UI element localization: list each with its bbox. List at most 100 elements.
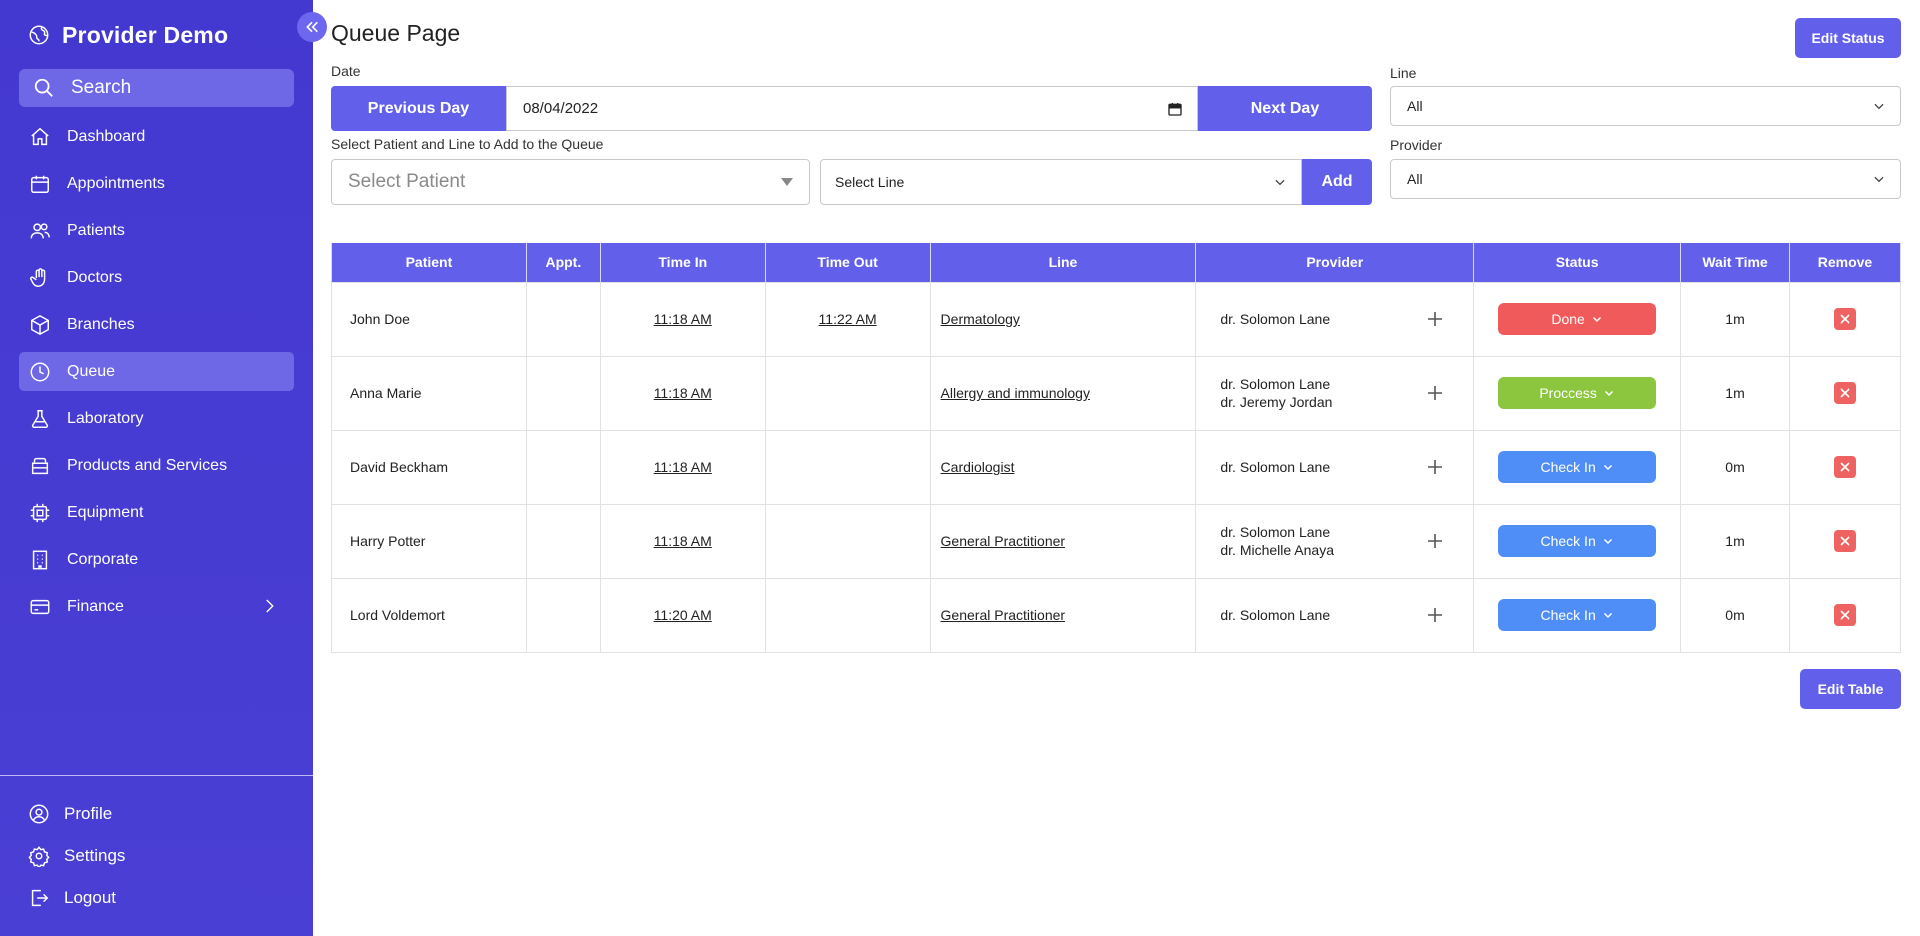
sidebar-item-settings[interactable]: Settings (28, 842, 125, 870)
status-dropdown-button[interactable]: Proccess (1498, 377, 1657, 409)
sidebar-search[interactable]: Search (19, 69, 294, 107)
remove-button[interactable] (1833, 382, 1856, 404)
appt-cell (525, 281, 601, 357)
sidebar-item-products-and-services[interactable]: Products and Services (19, 446, 294, 485)
line-link[interactable]: Cardiologist (941, 459, 1015, 475)
sidebar-item-label: Finance (67, 597, 124, 615)
add-provider-icon[interactable] (1427, 311, 1443, 327)
sidebar-item-doctors[interactable]: Doctors (19, 258, 294, 297)
time-in-link[interactable]: 11:18 AM (654, 385, 712, 401)
sidebar-item-laboratory[interactable]: Laboratory (19, 399, 294, 438)
chevron-down-icon (1604, 390, 1613, 397)
status-label: Proccess (1539, 385, 1597, 401)
sidebar-item-label: Patients (67, 221, 125, 239)
caret-down-icon (781, 178, 793, 186)
wait-time-cell: 1m (1680, 503, 1790, 579)
flask-icon (31, 409, 49, 428)
line-link[interactable]: General Practitioner (941, 533, 1066, 549)
sidebar-item-queue[interactable]: Queue (19, 352, 294, 391)
select-patient-dropdown[interactable]: Select Patient (331, 159, 810, 205)
add-to-queue-button[interactable]: Add (1302, 159, 1372, 205)
sidebar-bottom-nav: Profile Settings Logout (28, 800, 125, 926)
edit-table-button[interactable]: Edit Table (1800, 669, 1901, 709)
select-line-value: Select Line (835, 174, 905, 190)
line-filter-dropdown[interactable]: All (1390, 86, 1901, 126)
add-provider-icon[interactable] (1427, 607, 1443, 623)
line-link[interactable]: Dermatology (941, 311, 1020, 327)
header-provider[interactable]: Provider (1195, 243, 1475, 282)
provider-filter-label: Provider (1390, 137, 1443, 153)
sidebar-item-label: Equipment (67, 503, 144, 521)
sidebar-item-label: Doctors (67, 268, 123, 286)
header-line[interactable]: Line (929, 243, 1197, 282)
calendar-icon[interactable] (1167, 101, 1183, 117)
patient-cell: Harry Potter (331, 503, 527, 579)
date-input[interactable]: 08/04/2022 (506, 86, 1198, 131)
select-line-dropdown[interactable]: Select Line (820, 159, 1302, 205)
close-icon (1840, 536, 1850, 546)
brand-title: Provider Demo (62, 21, 229, 48)
appt-cell (525, 577, 601, 653)
remove-button[interactable] (1833, 308, 1856, 330)
date-controls: Previous Day 08/04/2022 Next Day (331, 86, 1372, 131)
provider-filter-value: All (1407, 171, 1423, 187)
chevron-right-icon (266, 599, 274, 613)
sidebar: Provider Demo Search Dashboard Appointme… (0, 0, 313, 936)
line-filter-value: All (1407, 98, 1423, 114)
sidebar-item-logout[interactable]: Logout (28, 884, 125, 912)
sidebar-item-corporate[interactable]: Corporate (19, 540, 294, 579)
sidebar-item-dashboard[interactable]: Dashboard (19, 117, 294, 156)
line-link[interactable]: General Practitioner (941, 607, 1066, 623)
users-icon (30, 222, 50, 238)
sidebar-item-finance[interactable]: Finance (19, 587, 294, 626)
add-provider-icon[interactable] (1427, 459, 1443, 475)
time-in-link[interactable]: 11:18 AM (654, 311, 712, 327)
status-dropdown-button[interactable]: Check In (1498, 599, 1657, 631)
sidebar-nav: Dashboard Appointments Patients Doctors … (19, 117, 294, 634)
previous-day-button[interactable]: Previous Day (331, 86, 506, 131)
sidebar-collapse-button[interactable] (297, 12, 327, 42)
date-value: 08/04/2022 (523, 100, 599, 117)
remove-button[interactable] (1833, 530, 1856, 552)
remove-button[interactable] (1833, 604, 1856, 626)
sidebar-item-label: Laboratory (67, 409, 144, 427)
provider-cell: dr. Solomon Lane (1195, 429, 1475, 505)
line-filter-label: Line (1390, 65, 1417, 81)
add-provider-icon[interactable] (1427, 385, 1443, 401)
sidebar-item-equipment[interactable]: Equipment (19, 493, 294, 532)
line-link[interactable]: Allergy and immunology (941, 385, 1090, 401)
sidebar-item-label: Queue (67, 362, 116, 380)
edit-status-button[interactable]: Edit Status (1795, 18, 1901, 58)
header-status[interactable]: Status (1473, 243, 1682, 282)
patient-cell: John Doe (331, 281, 527, 357)
sidebar-item-label: Profile (64, 804, 113, 823)
header-time-out[interactable]: Time Out (764, 243, 931, 282)
provider-filter-dropdown[interactable]: All (1390, 159, 1901, 199)
time-in-link[interactable]: 11:18 AM (654, 459, 712, 475)
header-time-in[interactable]: Time In (599, 243, 766, 282)
time-in-link[interactable]: 11:18 AM (654, 533, 712, 549)
sidebar-item-branches[interactable]: Branches (19, 305, 294, 344)
building-icon (32, 550, 48, 569)
remove-button[interactable] (1833, 456, 1856, 478)
status-dropdown-button[interactable]: Check In (1498, 525, 1657, 557)
status-dropdown-button[interactable]: Check In (1498, 451, 1657, 483)
header-wait-time[interactable]: Wait Time (1680, 243, 1790, 282)
status-dropdown-button[interactable]: Done (1498, 303, 1657, 335)
header-patient[interactable]: Patient (331, 243, 527, 282)
user-circle-icon (29, 804, 49, 824)
sidebar-item-patients[interactable]: Patients (19, 211, 294, 250)
patient-cell: Lord Voldemort (331, 577, 527, 653)
appt-cell (525, 355, 601, 431)
add-to-queue-label: Select Patient and Line to Add to the Qu… (331, 136, 604, 152)
header-remove[interactable]: Remove (1788, 243, 1902, 282)
sidebar-item-appointments[interactable]: Appointments (19, 164, 294, 203)
header-appt[interactable]: Appt. (525, 243, 601, 282)
time-out-link[interactable]: 11:22 AM (819, 311, 877, 327)
time-in-link[interactable]: 11:20 AM (654, 607, 712, 623)
close-icon (1840, 610, 1850, 620)
sidebar-item-profile[interactable]: Profile (28, 800, 125, 828)
add-provider-icon[interactable] (1427, 533, 1443, 549)
next-day-button[interactable]: Next Day (1198, 86, 1372, 131)
date-label: Date (331, 63, 361, 79)
